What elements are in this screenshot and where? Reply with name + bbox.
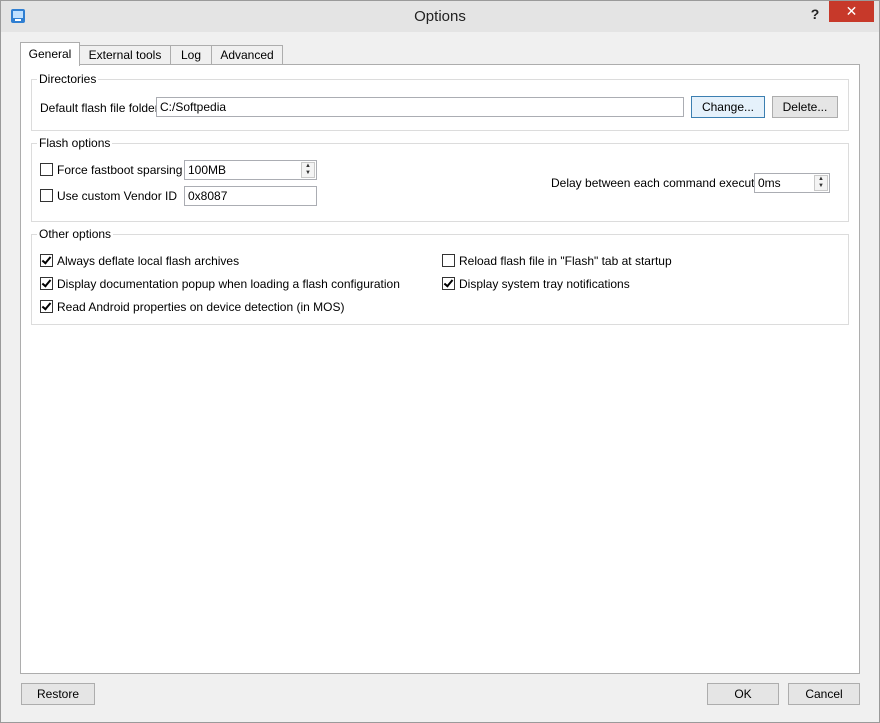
other-options-group: Other options Always deflate local flash… — [31, 227, 849, 325]
command-delay-label: Delay between each command execution — [551, 176, 771, 190]
documentation-popup-checkbox[interactable] — [40, 277, 53, 290]
spin-up-icon[interactable]: ▲ — [815, 176, 827, 183]
deflate-archives-checkbox[interactable] — [40, 254, 53, 267]
default-flash-folder-label: Default flash file folder — [40, 101, 159, 115]
dialog-client-area: General External tools Log Advanced Dire… — [9, 32, 871, 714]
sparsing-size-spinbox[interactable]: 100MB ▲ ▼ — [184, 160, 317, 180]
tab-log[interactable]: Log — [170, 45, 212, 65]
options-window: Options ? ✕ General External tools Log A… — [0, 0, 880, 723]
force-sparsing-label: Force fastboot sparsing — [57, 163, 183, 177]
spin-down-icon[interactable]: ▼ — [815, 183, 827, 190]
tab-advanced[interactable]: Advanced — [211, 45, 283, 65]
spin-down-icon[interactable]: ▼ — [302, 170, 314, 177]
ok-button[interactable]: OK — [707, 683, 779, 705]
spin-up-icon[interactable]: ▲ — [302, 163, 314, 170]
vendor-id-checkbox[interactable] — [40, 189, 53, 202]
window-title: Options — [414, 8, 466, 25]
vendor-id-label: Use custom Vendor ID — [57, 189, 178, 203]
reload-flash-file-checkbox[interactable] — [442, 254, 455, 267]
command-delay-spinbox[interactable]: 0ms ▲ ▼ — [754, 173, 830, 193]
tab-external-tools[interactable]: External tools — [79, 45, 171, 65]
documentation-popup-label: Display documentation popup when loading… — [57, 277, 400, 291]
directories-group-title: Directories — [37, 72, 99, 86]
help-icon[interactable]: ? — [804, 4, 826, 24]
vendor-id-input[interactable]: 0x8087 — [184, 186, 317, 206]
title-bar[interactable]: Options ? ✕ — [1, 1, 879, 32]
tab-general[interactable]: General — [20, 42, 80, 66]
command-delay-value: 0ms — [758, 176, 781, 190]
read-android-properties-checkbox[interactable] — [40, 300, 53, 313]
tray-notifications-label: Display system tray notifications — [459, 277, 630, 291]
tray-notifications-checkbox[interactable] — [442, 277, 455, 290]
spin-arrows[interactable]: ▲ ▼ — [814, 175, 828, 191]
general-tab-panel: Directories Default flash file folder C:… — [20, 64, 860, 674]
reload-flash-file-label: Reload flash file in "Flash" tab at star… — [459, 254, 672, 268]
spin-arrows[interactable]: ▲ ▼ — [301, 162, 315, 178]
flash-options-group-title: Flash options — [37, 136, 113, 150]
change-button[interactable]: Change... — [691, 96, 765, 118]
sparsing-size-value: 100MB — [188, 163, 227, 177]
close-icon[interactable]: ✕ — [829, 1, 874, 22]
read-android-properties-label: Read Android properties on device detect… — [57, 300, 345, 314]
default-flash-folder-input[interactable]: C:/Softpedia — [156, 97, 684, 117]
directories-group: Directories Default flash file folder C:… — [31, 72, 849, 131]
other-options-group-title: Other options — [37, 227, 114, 241]
force-sparsing-checkbox[interactable] — [40, 163, 53, 176]
restore-button[interactable]: Restore — [21, 683, 95, 705]
cancel-button[interactable]: Cancel — [788, 683, 860, 705]
deflate-archives-label: Always deflate local flash archives — [57, 254, 240, 268]
delete-button[interactable]: Delete... — [772, 96, 838, 118]
flash-options-group: Flash options Force fastboot sparsing 10… — [31, 136, 849, 222]
